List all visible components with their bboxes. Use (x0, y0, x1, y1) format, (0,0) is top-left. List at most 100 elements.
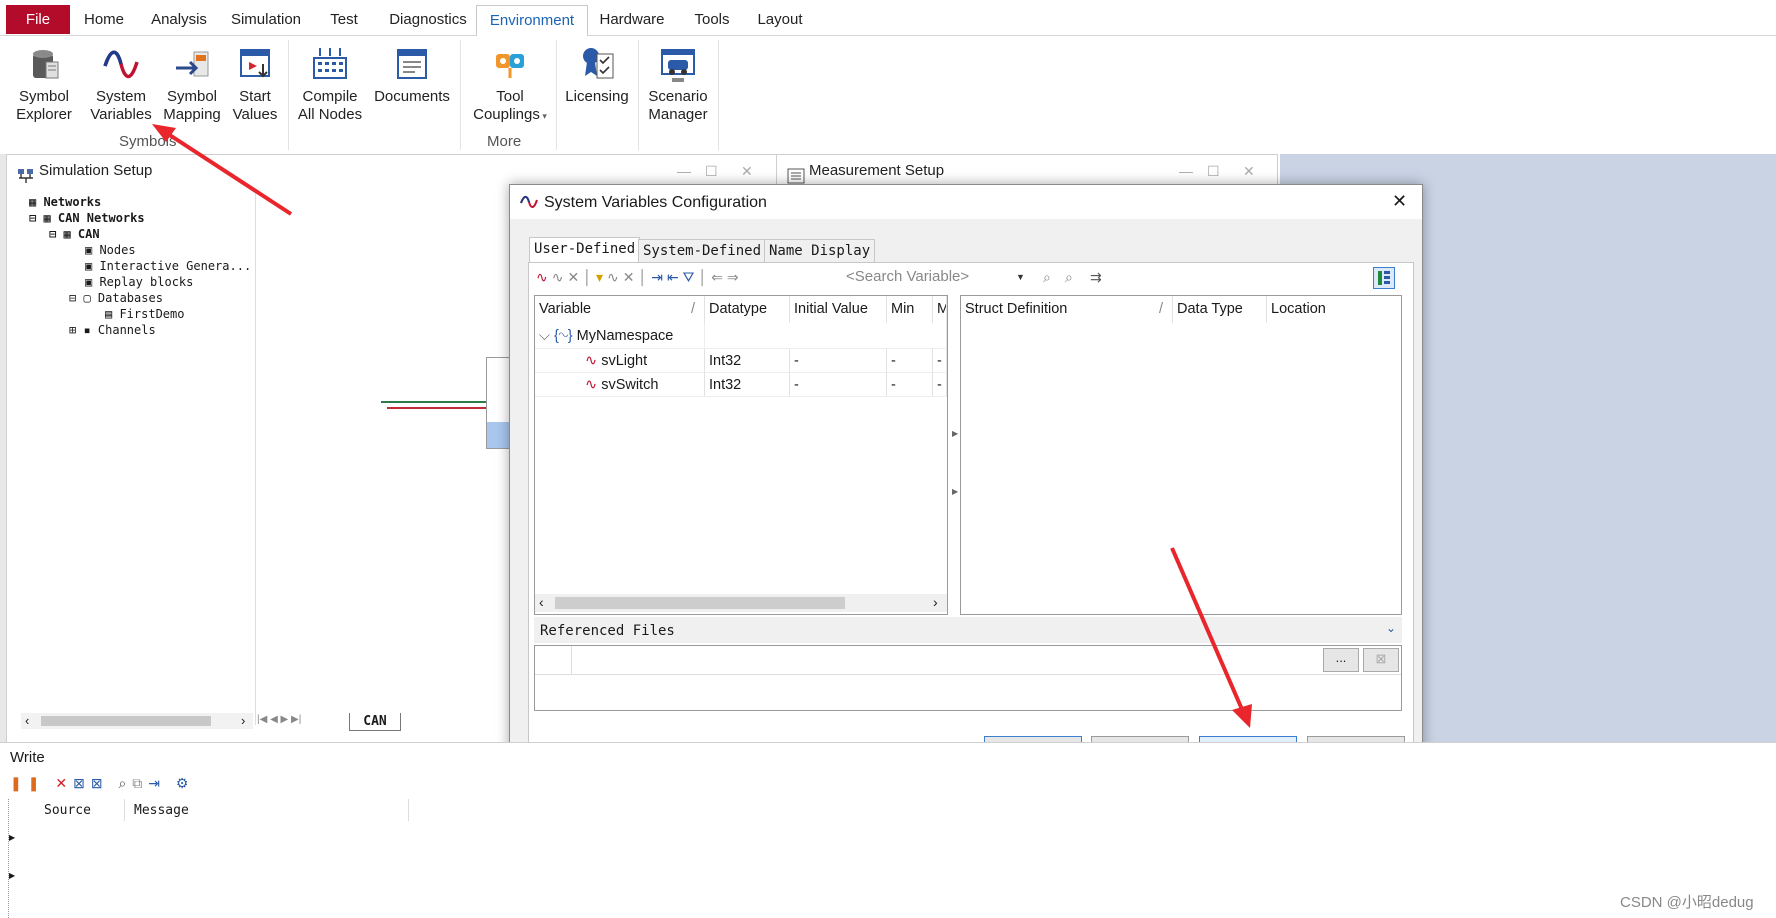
tab-home[interactable]: Home (74, 5, 134, 35)
close-icon[interactable]: ✕ (1243, 155, 1255, 187)
maximize-icon[interactable]: ☐ (1207, 155, 1220, 187)
scroll-left-icon[interactable]: ‹ (25, 713, 29, 728)
import-icon[interactable]: ⇥ (651, 269, 667, 285)
variable-name-cell[interactable]: ∿ svSwitch (535, 373, 705, 397)
tab-test[interactable]: Test (322, 5, 366, 35)
column-header-datatype[interactable]: Datatype (705, 296, 790, 323)
tree-item-firstdemo[interactable]: ▤ FirstDemo (105, 307, 184, 321)
symbol-explorer-button[interactable]: Symbol Explorer (14, 44, 74, 124)
tab-user-defined[interactable]: User-Defined (529, 237, 641, 263)
collapse-icon[interactable]: ▶ (952, 429, 958, 438)
scroll-right-icon[interactable]: › (933, 594, 938, 610)
clear-all-icon[interactable]: ⊠ (73, 775, 91, 791)
datatype-cell[interactable]: Int32 (705, 373, 790, 397)
delete-variable-icon[interactable]: ✕ (567, 269, 583, 285)
edit-namespace-icon[interactable]: ∿ (607, 269, 623, 285)
browse-button[interactable]: ... (1323, 648, 1359, 672)
settings-icon[interactable]: ⚙ (176, 775, 195, 791)
tool-couplings-button[interactable]: Tool Couplings ▾ (468, 44, 552, 125)
tab-system-defined[interactable]: System-Defined (638, 239, 767, 262)
scenario-manager-button[interactable]: Scenario Manager (642, 44, 714, 124)
find-clear-icon[interactable]: ⌕ (1065, 269, 1073, 286)
find-icon[interactable]: ⌕ (1043, 269, 1051, 286)
tree-item-channels[interactable]: ⊞ ▪ Channels (69, 323, 156, 337)
scroll-right-icon[interactable]: › (241, 713, 245, 728)
tab-simulation[interactable]: Simulation (226, 5, 306, 35)
layout-toggle-icon[interactable] (1373, 267, 1395, 289)
max-cell[interactable]: - (933, 349, 947, 373)
tree-item-nodes[interactable]: ▣ Nodes (85, 243, 136, 257)
splitter[interactable]: ▶ ▶ (950, 295, 960, 613)
tree-item-networks[interactable]: ▦ Networks (29, 195, 101, 209)
max-cell[interactable]: - (933, 373, 947, 397)
export-icon[interactable]: ⇥ (148, 775, 166, 791)
expand-icon[interactable]: ▶ (9, 871, 15, 880)
chevron-down-icon[interactable]: ⌵ (539, 328, 550, 344)
chevron-double-down-icon[interactable]: ⌄ (1386, 621, 1396, 635)
variable-name-cell[interactable]: ∿ svLight (535, 349, 705, 373)
undo-icon[interactable]: ⇐ (711, 269, 727, 285)
tree-item-replay-blocks[interactable]: ▣ Replay blocks (85, 275, 193, 289)
clear-icon[interactable]: ✕ (55, 775, 73, 791)
tab-tools[interactable]: Tools (688, 5, 736, 35)
scroll-left-icon[interactable]: ‹ (539, 594, 544, 610)
column-header-max[interactable]: M (933, 296, 947, 323)
add-namespace-icon[interactable]: ▾ (596, 269, 607, 285)
documents-button[interactable]: Documents (372, 44, 452, 106)
tab-diagnostics[interactable]: Diagnostics (380, 5, 476, 35)
copy-icon[interactable]: ⧉ (132, 775, 148, 791)
scroll-thumb[interactable] (555, 597, 845, 609)
tree-item-databases[interactable]: ⊟ ▢ Databases (69, 291, 163, 305)
tree-scrollbar[interactable]: ‹ › (21, 713, 253, 729)
filter-icon[interactable]: ⛛ (683, 269, 699, 285)
tab-hardware[interactable]: Hardware (596, 5, 668, 35)
tab-layout[interactable]: Layout (752, 5, 808, 35)
pause-icon[interactable]: ❚❚ (10, 775, 45, 791)
start-values-button[interactable]: Start Values (230, 44, 280, 124)
column-header-struct-definition[interactable]: Struct Definition / (961, 296, 1173, 323)
expand-icon[interactable]: ▶ (952, 487, 958, 496)
symbol-mapping-button[interactable]: Symbol Mapping (162, 44, 222, 124)
minimize-icon[interactable]: — (677, 155, 691, 187)
maximize-icon[interactable]: ☐ (705, 155, 718, 187)
export-icon[interactable]: ⇤ (667, 269, 683, 285)
tab-nav-icons[interactable]: |◀ ◀ ▶ ▶| (257, 714, 301, 725)
min-cell[interactable]: - (887, 373, 933, 397)
grid-scrollbar[interactable]: ‹ › (535, 594, 947, 612)
tree-item-interactive-generator[interactable]: ▣ Interactive Genera... (85, 259, 251, 273)
chevron-down-icon[interactable]: ▼ (1016, 267, 1025, 287)
min-cell[interactable]: - (887, 349, 933, 373)
expand-icon[interactable]: ▶ (9, 833, 15, 842)
close-icon[interactable]: ✕ (1392, 191, 1407, 212)
add-variable-icon[interactable]: ∿ (536, 269, 552, 285)
column-header-source[interactable]: Source (44, 803, 91, 818)
column-header-message[interactable]: Message (134, 803, 189, 818)
delete-selection-icon[interactable]: ⊠ (91, 775, 109, 791)
tab-environment[interactable]: Environment (476, 5, 588, 37)
column-header-min[interactable]: Min (887, 296, 933, 323)
scroll-thumb[interactable] (41, 716, 211, 726)
column-header-variable[interactable]: Variable / (535, 296, 705, 323)
system-variables-button[interactable]: System Variables (90, 44, 152, 124)
column-header-initial-value[interactable]: Initial Value (790, 296, 887, 323)
remove-file-icon[interactable]: ⊠ (1363, 648, 1399, 672)
close-icon[interactable]: ✕ (741, 155, 753, 187)
column-header-location[interactable]: Location (1267, 296, 1401, 323)
referenced-files-header[interactable]: Referenced Files ⌄ (534, 617, 1402, 643)
find-icon[interactable]: ⌕ (118, 775, 132, 791)
initial-value-cell[interactable]: - (790, 349, 887, 373)
export-list-icon[interactable]: ⇉ (1090, 269, 1102, 286)
initial-value-cell[interactable]: - (790, 373, 887, 397)
search-variable-input[interactable]: <Search Variable> ▼ (846, 267, 1032, 287)
tab-name-display[interactable]: Name Display (764, 239, 876, 262)
tab-file[interactable]: File (6, 5, 70, 34)
redo-icon[interactable]: ⇒ (727, 269, 743, 285)
compile-all-nodes-button[interactable]: Compile All Nodes (296, 44, 364, 124)
namespace-row[interactable]: ⌵ {∿} MyNamespace (535, 323, 705, 349)
tree-item-can[interactable]: ⊟ ▦ CAN (49, 227, 100, 241)
minimize-icon[interactable]: — (1179, 155, 1193, 187)
column-header-data-type[interactable]: Data Type (1173, 296, 1267, 323)
tab-can[interactable]: CAN (349, 713, 401, 731)
datatype-cell[interactable]: Int32 (705, 349, 790, 373)
licensing-button[interactable]: Licensing (562, 44, 632, 106)
